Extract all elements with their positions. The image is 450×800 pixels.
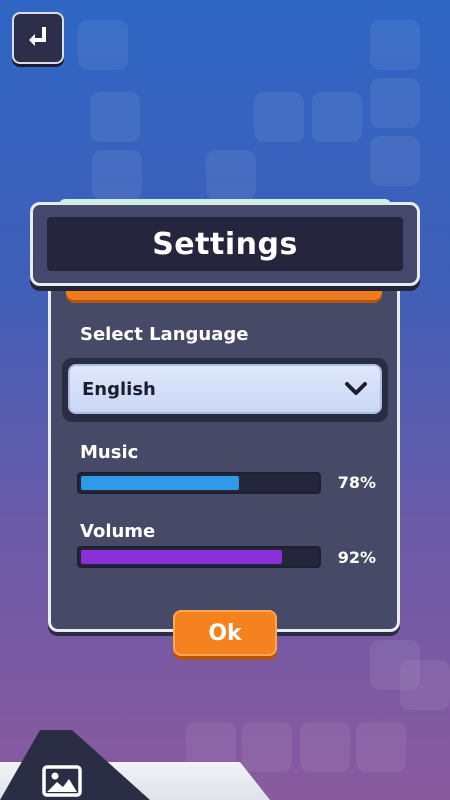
title-banner: Settings	[30, 199, 420, 286]
volume-label: Volume	[80, 521, 156, 542]
music-label: Music	[80, 442, 139, 463]
return-arrow-icon	[29, 27, 46, 46]
volume-slider[interactable]	[77, 546, 321, 568]
chevron-down-icon	[345, 382, 367, 395]
dialog-title: Settings	[152, 226, 298, 262]
back-button[interactable]	[12, 12, 64, 64]
music-slider[interactable]	[77, 472, 321, 494]
title-inner: Settings	[47, 217, 403, 271]
panel-header-strip	[66, 284, 382, 300]
music-slider-fill	[81, 476, 239, 490]
ok-button-label: Ok	[208, 620, 242, 646]
settings-panel	[48, 250, 400, 632]
language-label: Select Language	[80, 324, 249, 345]
music-value: 78%	[337, 473, 376, 492]
image-icon	[42, 765, 82, 797]
volume-value: 92%	[337, 548, 376, 567]
gallery-button[interactable]	[40, 763, 84, 799]
ok-button[interactable]: Ok	[173, 610, 277, 656]
language-select-value: English	[82, 378, 156, 400]
language-select[interactable]: English	[68, 364, 382, 414]
volume-slider-fill	[81, 550, 282, 564]
